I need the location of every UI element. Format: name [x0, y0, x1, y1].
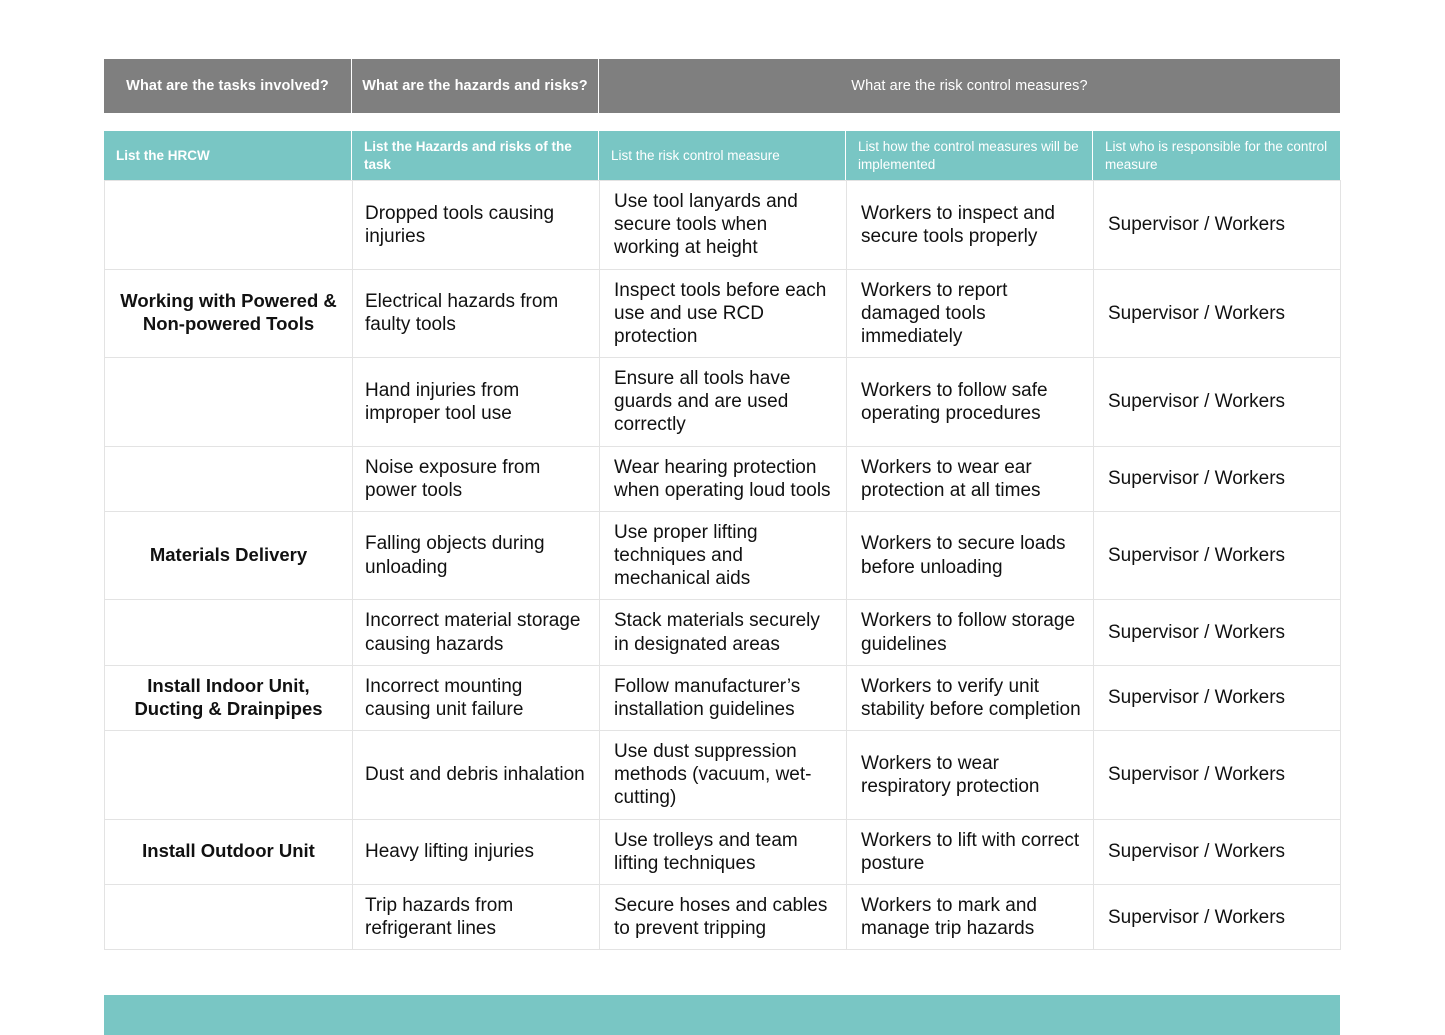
- cell-task: Working with Powered & Non-powered Tools: [104, 268, 353, 359]
- cell-implementation: Workers to follow storage guidelines: [846, 599, 1094, 666]
- document-page: What are the tasks involved? What are th…: [0, 0, 1445, 1035]
- next-section-header-band: [104, 995, 1340, 1035]
- column-header-row: List the HRCW List the Hazards and risks…: [104, 131, 1340, 180]
- group-header-tasks: What are the tasks involved?: [104, 59, 352, 113]
- cell-hazard: Incorrect material storage causing hazar…: [352, 599, 600, 666]
- cell-hazard: Noise exposure from power tools: [352, 445, 600, 512]
- cell-hazard: Heavy lifting injuries: [352, 818, 600, 885]
- table-row: Materials Delivery Falling objects durin…: [104, 510, 1341, 601]
- column-header-hazards-risks: List the Hazards and risks of the task: [352, 131, 599, 180]
- table-row: Dropped tools causing injuries Use tool …: [104, 180, 1341, 270]
- cell-hazard: Incorrect mounting causing unit failure: [352, 664, 600, 732]
- cell-task: [104, 599, 353, 666]
- cell-responsible: Supervisor / Workers: [1093, 180, 1341, 270]
- cell-control: Use trolleys and team lifting techniques: [599, 818, 847, 885]
- cell-implementation: Workers to report damaged tools immediat…: [846, 268, 1094, 359]
- cell-control: Ensure all tools have guards and are use…: [599, 357, 847, 447]
- cell-task: Install Indoor Unit, Ducting & Drainpipe…: [104, 664, 353, 732]
- cell-responsible: Supervisor / Workers: [1093, 268, 1341, 359]
- cell-hazard: Falling objects during unloading: [352, 510, 600, 601]
- column-header-implementation: List how the control measures will be im…: [846, 131, 1093, 180]
- cell-control: Use dust suppression methods (vacuum, we…: [599, 730, 847, 820]
- cell-control: Wear hearing protection when operating l…: [599, 445, 847, 512]
- column-header-responsible: List who is responsible for the control …: [1093, 131, 1340, 180]
- cell-control: Stack materials securely in designated a…: [599, 599, 847, 666]
- cell-responsible: Supervisor / Workers: [1093, 599, 1341, 666]
- column-header-control-measure: List the risk control measure: [599, 131, 846, 180]
- table-body: Dropped tools causing injuries Use tool …: [104, 180, 1341, 951]
- group-header-row: What are the tasks involved? What are th…: [104, 59, 1340, 113]
- cell-responsible: Supervisor / Workers: [1093, 445, 1341, 512]
- table-row: Install Indoor Unit, Ducting & Drainpipe…: [104, 664, 1341, 732]
- cell-hazard: Hand injuries from improper tool use: [352, 357, 600, 447]
- cell-hazard: Dust and debris inhalation: [352, 730, 600, 820]
- cell-implementation: Workers to wear respiratory protection: [846, 730, 1094, 820]
- table-row: Hand injuries from improper tool use Ens…: [104, 357, 1341, 447]
- cell-responsible: Supervisor / Workers: [1093, 664, 1341, 732]
- cell-implementation: Workers to lift with correct posture: [846, 818, 1094, 885]
- group-header-risk-controls: What are the risk control measures?: [599, 59, 1340, 113]
- cell-responsible: Supervisor / Workers: [1093, 818, 1341, 885]
- cell-implementation: Workers to secure loads before unloading: [846, 510, 1094, 601]
- column-header-hrcw: List the HRCW: [104, 131, 352, 180]
- cell-hazard: Trip hazards from refrigerant lines: [352, 883, 600, 951]
- cell-task: Materials Delivery: [104, 510, 353, 601]
- cell-task: [104, 883, 353, 951]
- cell-implementation: Workers to mark and manage trip hazards: [846, 883, 1094, 951]
- cell-control: Secure hoses and cables to prevent tripp…: [599, 883, 847, 951]
- cell-implementation: Workers to wear ear protection at all ti…: [846, 445, 1094, 512]
- cell-implementation: Workers to follow safe operating procedu…: [846, 357, 1094, 447]
- risk-assessment-table: Dropped tools causing injuries Use tool …: [104, 180, 1341, 951]
- table-row: Working with Powered & Non-powered Tools…: [104, 268, 1341, 359]
- cell-task: [104, 180, 353, 270]
- cell-control: Use proper lifting techniques and mechan…: [599, 510, 847, 601]
- cell-control: Inspect tools before each use and use RC…: [599, 268, 847, 359]
- table-row: Install Outdoor Unit Heavy lifting injur…: [104, 818, 1341, 885]
- cell-task: [104, 730, 353, 820]
- table-row: Noise exposure from power tools Wear hea…: [104, 445, 1341, 512]
- table-row: Trip hazards from refrigerant lines Secu…: [104, 883, 1341, 951]
- cell-control: Follow manufacturer’s installation guide…: [599, 664, 847, 732]
- cell-responsible: Supervisor / Workers: [1093, 730, 1341, 820]
- cell-responsible: Supervisor / Workers: [1093, 510, 1341, 601]
- cell-responsible: Supervisor / Workers: [1093, 357, 1341, 447]
- table-row: Dust and debris inhalation Use dust supp…: [104, 730, 1341, 820]
- cell-hazard: Dropped tools causing injuries: [352, 180, 600, 270]
- cell-task: [104, 445, 353, 512]
- cell-responsible: Supervisor / Workers: [1093, 883, 1341, 951]
- cell-task: Install Outdoor Unit: [104, 818, 353, 885]
- cell-implementation: Workers to inspect and secure tools prop…: [846, 180, 1094, 270]
- cell-implementation: Workers to verify unit stability before …: [846, 664, 1094, 732]
- cell-task: [104, 357, 353, 447]
- group-header-hazards: What are the hazards and risks?: [352, 59, 599, 113]
- cell-hazard: Electrical hazards from faulty tools: [352, 268, 600, 359]
- table-row: Incorrect material storage causing hazar…: [104, 599, 1341, 666]
- cell-control: Use tool lanyards and secure tools when …: [599, 180, 847, 270]
